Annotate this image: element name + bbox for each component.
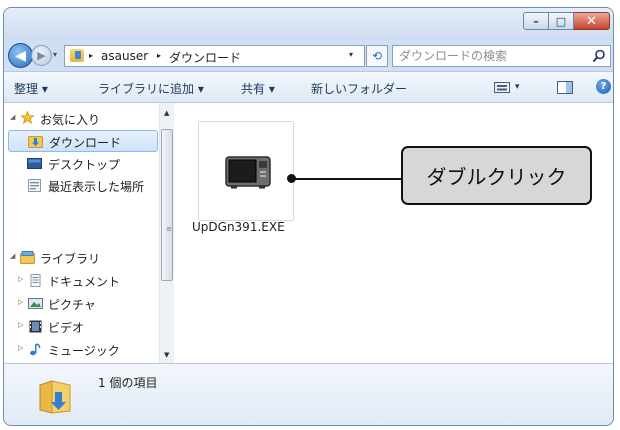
minimize-button[interactable]: – (523, 12, 549, 30)
star-icon (20, 111, 35, 124)
item-count: 1 個の項目 (98, 376, 158, 390)
expand-arrow-icon[interactable]: ▷ (18, 321, 23, 329)
sidebar-item-label: 最近表示した場所 (48, 180, 145, 194)
sidebar-item-pictures[interactable]: ▷ ピクチャ (8, 293, 158, 315)
command-bar: 整理 ▾ ライブラリに追加 ▾ 共有 ▾ 新しいフォルダー ▾ ? (4, 71, 613, 103)
address-dropdown-icon[interactable]: ▾ (349, 50, 353, 59)
details-pane: 1 個の項目 (4, 363, 613, 425)
minimize-icon: – (533, 14, 539, 28)
back-arrow-icon: ◀ (15, 47, 26, 64)
grip-icon: ≡ (166, 225, 172, 233)
pictures-icon (28, 298, 43, 309)
scrollbar-thumb[interactable]: ≡ (161, 129, 173, 281)
close-button[interactable]: ✕ (574, 12, 610, 30)
collapse-arrow-icon[interactable]: ◢ (10, 113, 15, 121)
sidebar-item-label: デスクトップ (48, 158, 121, 172)
downloads-folder-icon (70, 49, 84, 62)
address-row: ◀ ▶ ▾ ▸ asauser ▸ ダウンロード ▾ ⟲ (4, 40, 613, 70)
libraries-icon (20, 251, 35, 264)
sidebar-item-label: ビデオ (48, 321, 85, 335)
include-in-library-menu[interactable]: ライブラリに追加 ▾ (98, 80, 204, 97)
collapse-arrow-icon[interactable]: ◢ (10, 252, 15, 260)
sidebar-item-music[interactable]: ▷ ミュージック (8, 339, 158, 361)
double-click-callout: ダブルクリック (401, 146, 592, 205)
sidebar-item-downloads[interactable]: ダウンロード (8, 130, 158, 152)
callout-connector-line (291, 178, 401, 180)
sidebar-item-libraries[interactable]: ◢ ライブラリ (8, 247, 158, 269)
nav-scrollbar[interactable]: ▲ ≡ ▼ (159, 103, 174, 363)
microwave-exe-icon (225, 156, 271, 189)
refresh-button[interactable]: ⟲ (366, 45, 388, 67)
title-bar[interactable]: – □ ✕ (4, 8, 613, 40)
expand-arrow-icon[interactable]: ▷ (18, 344, 23, 352)
sidebar-item-label: お気に入り (40, 113, 101, 127)
recent-pages-dropdown[interactable]: ▾ (53, 50, 57, 59)
forward-button[interactable]: ▶ (31, 45, 52, 66)
recent-places-icon (28, 179, 41, 192)
breadcrumb-separator[interactable]: ▸ (157, 51, 161, 60)
file-list-pane[interactable]: UpDGn391.EXE ダブルクリック (174, 103, 613, 363)
scroll-up-arrow-icon[interactable]: ▲ (164, 109, 169, 117)
sidebar-item-label: ダウンロード (49, 136, 122, 150)
explorer-window: – □ ✕ ◀ ▶ ▾ ▸ asauser ▸ ダウンロード ▾ ⟲ 整理 ▾ … (3, 7, 614, 426)
maximize-button[interactable]: □ (549, 12, 574, 30)
music-icon (30, 343, 41, 356)
file-name-label[interactable]: UpDGn391.EXE (192, 220, 285, 234)
breadcrumb-downloads[interactable]: ダウンロード (169, 49, 241, 66)
search-input[interactable] (399, 48, 584, 63)
downloads-folder-icon (28, 136, 43, 148)
sidebar-item-recent-places[interactable]: 最近表示した場所 (8, 175, 158, 197)
expand-arrow-icon[interactable]: ▷ (18, 275, 23, 283)
breadcrumb-asauser[interactable]: asauser (101, 49, 148, 63)
navigation-pane: ◢ お気に入り ダウンロード デスクトップ 最近表示した場所 ◢ ライブラリ ▷… (4, 103, 174, 363)
sidebar-item-favorites[interactable]: ◢ お気に入り (8, 108, 158, 130)
sidebar-item-documents[interactable]: ▷ ドキュメント (8, 270, 158, 292)
refresh-icon: ⟲ (371, 49, 383, 63)
expand-arrow-icon[interactable]: ▷ (18, 298, 23, 306)
close-icon: ✕ (586, 13, 597, 29)
documents-icon (30, 274, 41, 287)
sidebar-item-videos[interactable]: ▷ ビデオ (8, 316, 158, 338)
back-button[interactable]: ◀ (8, 43, 33, 68)
organize-menu[interactable]: 整理 ▾ (14, 80, 48, 97)
sidebar-item-desktop[interactable]: デスクトップ (8, 153, 158, 175)
new-folder-button[interactable]: 新しいフォルダー (311, 80, 407, 97)
videos-icon (29, 320, 42, 333)
sidebar-item-label: ミュージック (48, 344, 120, 358)
desktop-icon (27, 158, 42, 169)
breadcrumb-separator[interactable]: ▸ (89, 51, 93, 60)
sidebar-item-label: ライブラリ (40, 252, 101, 266)
scroll-down-arrow-icon[interactable]: ▼ (164, 351, 169, 359)
address-bar[interactable]: ▸ asauser ▸ ダウンロード ▾ (64, 45, 365, 67)
search-box[interactable] (392, 45, 611, 67)
search-icon[interactable] (592, 49, 606, 63)
file-item[interactable] (198, 121, 294, 221)
downloads-folder-icon (39, 380, 71, 414)
maximize-icon: □ (555, 14, 567, 28)
sidebar-item-label: ピクチャ (48, 298, 96, 312)
view-icon[interactable] (494, 82, 510, 93)
share-menu[interactable]: 共有 ▾ (241, 80, 275, 97)
preview-pane-icon[interactable] (557, 81, 573, 94)
forward-arrow-icon: ▶ (37, 49, 46, 62)
sidebar-item-label: ドキュメント (48, 275, 121, 289)
view-menu-dropdown[interactable]: ▾ (515, 82, 520, 92)
help-icon[interactable]: ? (596, 79, 611, 94)
